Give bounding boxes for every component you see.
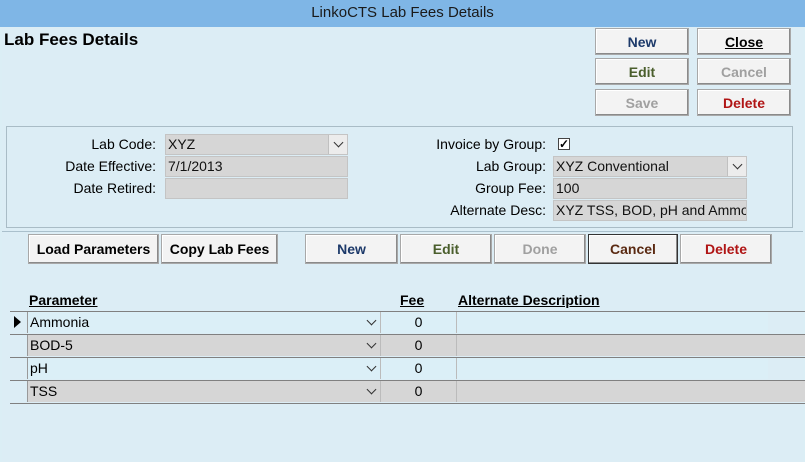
cancel-button[interactable]: Cancel — [697, 58, 791, 85]
alternate-description-cell[interactable] — [456, 335, 805, 356]
date-effective-value: 7/1/2013 — [168, 158, 223, 174]
row-cancel-button[interactable]: Cancel — [588, 234, 678, 264]
close-button[interactable]: Close — [697, 28, 791, 55]
group-fee-label: Group Fee: — [475, 180, 546, 196]
alternate-desc-field[interactable]: XYZ TSS, BOD, pH and Ammo — [553, 200, 747, 221]
invoice-by-group-label: Invoice by Group: — [436, 136, 546, 152]
fee-cell[interactable]: 0 — [380, 312, 456, 333]
lab-group-value: XYZ Conventional — [556, 158, 669, 174]
load-parameters-button[interactable]: Load Parameters — [28, 234, 159, 264]
row-edit-button[interactable]: Edit — [400, 234, 492, 264]
lab-code-value: XYZ — [168, 136, 196, 152]
alternate-description-cell[interactable] — [456, 358, 768, 379]
window-titlebar: LinkoCTS Lab Fees Details — [0, 0, 805, 27]
parameter-value: pH — [30, 360, 48, 376]
row-selector-icon — [14, 316, 21, 328]
alternate-description-cell[interactable] — [456, 381, 805, 402]
invoice-by-group-checkbox[interactable]: ✓ — [558, 138, 570, 150]
parameter-cell[interactable]: BOD-5 — [27, 335, 380, 356]
parameter-value: TSS — [30, 383, 58, 399]
window-title: LinkoCTS Lab Fees Details — [311, 4, 494, 21]
new-button[interactable]: New — [595, 28, 689, 55]
section-divider — [2, 231, 803, 232]
chevron-down-icon[interactable] — [362, 358, 380, 378]
lab-code-dropdown[interactable]: XYZ — [165, 134, 348, 155]
date-retired-label: Date Retired: — [73, 180, 156, 196]
table-row[interactable]: BOD-5 0 — [10, 334, 805, 356]
table-row[interactable]: Ammonia 0 — [10, 311, 805, 333]
chevron-down-icon[interactable] — [727, 157, 746, 176]
chevron-down-icon[interactable] — [362, 312, 380, 332]
row-new-button[interactable]: New — [305, 234, 398, 264]
lab-code-label: Lab Code: — [91, 136, 156, 152]
alternate-description-cell[interactable] — [456, 312, 768, 333]
fee-cell[interactable]: 0 — [380, 335, 456, 356]
parameter-column-header[interactable]: Parameter — [29, 292, 98, 308]
checkmark-icon: ✓ — [559, 137, 570, 151]
fee-column-header[interactable]: Fee — [400, 292, 424, 308]
save-button[interactable]: Save — [595, 89, 689, 116]
parameter-value: Ammonia — [30, 314, 90, 330]
edit-button[interactable]: Edit — [595, 58, 689, 85]
chevron-down-icon[interactable] — [362, 335, 380, 355]
alternate-description-column-header[interactable]: Alternate Description — [458, 292, 600, 308]
fee-cell[interactable]: 0 — [380, 381, 456, 402]
parameter-value: BOD-5 — [30, 337, 73, 353]
table-row[interactable]: pH 0 — [10, 357, 805, 379]
grid-line — [10, 403, 805, 404]
row-delete-button[interactable]: Delete — [680, 234, 772, 264]
chevron-down-icon[interactable] — [328, 135, 347, 154]
copy-lab-fees-button[interactable]: Copy Lab Fees — [161, 234, 278, 264]
parameter-cell[interactable]: TSS — [27, 381, 380, 402]
chevron-down-icon[interactable] — [362, 381, 380, 401]
fee-cell[interactable]: 0 — [380, 358, 456, 379]
lab-group-dropdown[interactable]: XYZ Conventional — [553, 156, 747, 177]
lab-group-label: Lab Group: — [475, 158, 546, 174]
table-row[interactable]: TSS 0 — [10, 380, 805, 402]
row-done-button[interactable]: Done — [494, 234, 586, 264]
date-effective-label: Date Effective: — [65, 158, 156, 174]
delete-button[interactable]: Delete — [697, 89, 791, 116]
date-retired-field[interactable] — [165, 178, 348, 199]
group-fee-value: 100 — [556, 180, 580, 196]
alternate-desc-label: Alternate Desc: — [450, 202, 546, 218]
alternate-desc-value: XYZ TSS, BOD, pH and Ammo — [556, 202, 747, 218]
parameter-cell[interactable]: Ammonia — [27, 312, 380, 333]
parameter-cell[interactable]: pH — [27, 358, 380, 379]
date-effective-field[interactable]: 7/1/2013 — [165, 156, 348, 177]
page-title: Lab Fees Details — [4, 30, 139, 49]
group-fee-field[interactable]: 100 — [553, 178, 747, 199]
